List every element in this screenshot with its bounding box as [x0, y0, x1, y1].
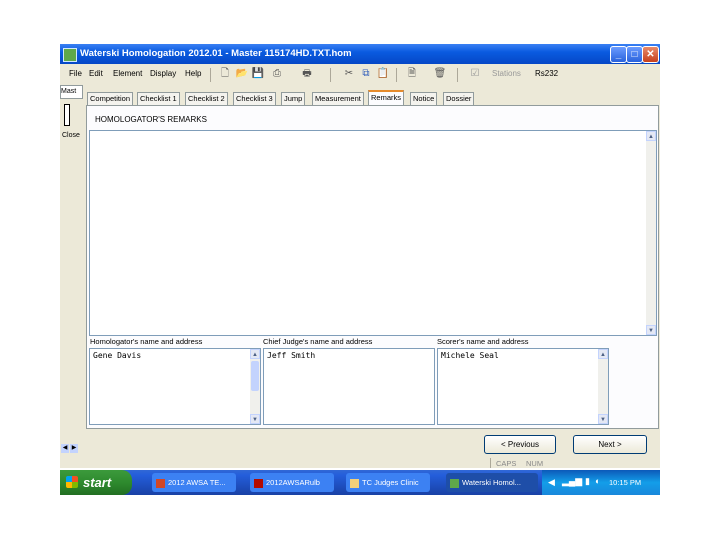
toolbar-separator — [330, 68, 331, 82]
title-bar[interactable]: Waterski Homologation 2012.01 - Master 1… — [60, 44, 660, 64]
scroll-down-icon[interactable]: ▼ — [250, 414, 260, 424]
stations-button[interactable]: Stations — [492, 69, 521, 78]
menu-edit[interactable]: Edit — [89, 69, 103, 78]
homologator-value: Gene Davis — [93, 351, 142, 360]
menu-display[interactable]: Display — [150, 69, 176, 78]
window-title: Waterski Homologation 2012.01 - Master 1… — [80, 48, 352, 59]
close-label[interactable]: Close — [62, 132, 80, 139]
homologator-scrollbar[interactable]: ▲ ▼ — [250, 349, 260, 424]
app-window: Waterski Homologation 2012.01 - Master 1… — [60, 44, 660, 468]
task-label: Waterski Homol... — [462, 478, 521, 487]
pdf-icon — [254, 478, 263, 488]
system-tray: ◀ ▂▄▆ ▮ ◐ 10:15 PM — [542, 470, 660, 495]
task-waterski[interactable]: Waterski Homol... — [446, 473, 538, 492]
stations-icon[interactable]: ☑ — [468, 67, 482, 81]
task-label: TC Judges Clinic — [362, 478, 419, 487]
scroll-left-icon[interactable]: ◀ — [61, 444, 69, 453]
rs232-button[interactable]: Rs232 — [535, 69, 558, 78]
task-label: 2012 AWSA TE... — [168, 478, 226, 487]
network-icon[interactable]: ▂▄▆ — [562, 476, 582, 487]
print-icon[interactable]: 🖶 — [300, 67, 314, 81]
remarks-panel: HOMOLOGATOR'S REMARKS ▲ ▼ Homologator's … — [86, 105, 659, 429]
remarks-scrollbar[interactable]: ▲ ▼ — [646, 131, 656, 335]
start-button[interactable]: start — [60, 470, 132, 495]
save-icon[interactable]: 💾 — [251, 67, 265, 81]
remarks-heading: HOMOLOGATOR'S REMARKS — [95, 115, 207, 124]
app-icon — [63, 48, 77, 62]
toolbar-separator — [396, 68, 397, 82]
menu-file[interactable]: File — [69, 69, 82, 78]
copy-icon[interactable]: ⧉ — [359, 67, 373, 81]
toolbar-separator — [457, 68, 458, 82]
scroll-down-icon[interactable]: ▼ — [598, 414, 608, 424]
tab-checklist-2[interactable]: Checklist 2 — [185, 92, 228, 105]
minimize-button[interactable]: _ — [610, 46, 627, 63]
homologator-label: Homologator's name and address — [90, 337, 203, 346]
caps-indicator: CAPS — [496, 459, 517, 468]
clock[interactable]: 10:15 PM — [609, 478, 641, 487]
task-pdf[interactable]: 2012AWSARulb — [250, 473, 334, 492]
splitter-handle[interactable] — [64, 104, 70, 126]
close-button[interactable]: ✕ — [642, 46, 659, 63]
volume-icon[interactable]: ◐ — [595, 476, 600, 486]
homologator-field[interactable]: Gene Davis ▲ ▼ — [89, 348, 261, 425]
print-preview-icon[interactable]: ⎙ — [270, 67, 284, 81]
scroll-up-icon[interactable]: ▲ — [598, 349, 608, 359]
menu-help[interactable]: Help — [185, 69, 201, 78]
taskbar: start 2012 AWSA TE... 2012AWSARulb TC Ju… — [60, 470, 660, 495]
master-tab[interactable]: Mast — [60, 85, 83, 99]
new-file-icon[interactable]: 🗋 — [218, 67, 232, 81]
windows-logo-icon — [66, 476, 78, 488]
open-folder-icon[interactable]: 📂 — [235, 67, 249, 81]
scroll-thumb[interactable] — [251, 361, 259, 391]
scorer-value: Michele Seal — [441, 351, 499, 360]
tray-arrow-icon[interactable]: ◀ — [548, 477, 555, 488]
add-element-icon[interactable]: 🗎 — [405, 67, 419, 81]
battery-icon[interactable]: ▮ — [585, 476, 590, 487]
start-label: start — [83, 475, 112, 490]
chief-judge-field[interactable]: Jeff Smith — [263, 348, 435, 425]
task-label: 2012AWSARulb — [266, 478, 320, 487]
menu-element[interactable]: Element — [113, 69, 142, 78]
task-powerpoint[interactable]: 2012 AWSA TE... — [152, 473, 236, 492]
paste-icon[interactable]: 📋 — [376, 67, 390, 81]
tab-competition[interactable]: Competition — [87, 92, 134, 105]
scroll-right-icon[interactable]: ▶ — [70, 444, 78, 453]
previous-button[interactable]: < Previous — [484, 435, 556, 454]
tab-checklist-1[interactable]: Checklist 1 — [137, 92, 180, 105]
scroll-up-icon[interactable]: ▲ — [646, 131, 656, 141]
scorer-field[interactable]: Michele Seal ▲ ▼ — [437, 348, 609, 425]
powerpoint-icon — [156, 478, 165, 488]
tab-checklist-3[interactable]: Checklist 3 — [233, 92, 276, 105]
tab-dossier[interactable]: Dossier — [443, 92, 475, 105]
scorer-scrollbar[interactable]: ▲ ▼ — [598, 349, 608, 424]
chief-judge-label: Chief Judge's name and address — [263, 337, 373, 346]
delete-icon[interactable]: 🗑 — [433, 67, 447, 81]
status-separator — [490, 458, 491, 468]
scroll-up-icon[interactable]: ▲ — [250, 349, 260, 359]
tab-notice[interactable]: Notice — [410, 92, 438, 105]
tab-measurement[interactable]: Measurement — [312, 92, 364, 105]
num-indicator: NUM — [526, 459, 544, 468]
task-folder[interactable]: TC Judges Clinic — [346, 473, 430, 492]
folder-icon — [350, 478, 359, 488]
scorer-label: Scorer's name and address — [437, 337, 529, 346]
remarks-textarea[interactable]: ▲ ▼ — [89, 130, 657, 336]
left-panel: Mast Close ◀ ▶ — [60, 84, 83, 468]
tab-jump[interactable]: Jump — [281, 92, 306, 105]
cut-icon[interactable]: ✂ — [342, 67, 356, 81]
scroll-down-icon[interactable]: ▼ — [646, 325, 656, 335]
chief-judge-value: Jeff Smith — [267, 351, 316, 360]
menu-bar: File Edit Element Display Help 🗋 📂 💾 ⎙ 🖶… — [60, 64, 660, 84]
next-button[interactable]: Next > — [573, 435, 647, 454]
maximize-button[interactable]: □ — [626, 46, 643, 63]
toolbar-separator — [210, 68, 211, 82]
waterski-icon — [450, 478, 459, 488]
